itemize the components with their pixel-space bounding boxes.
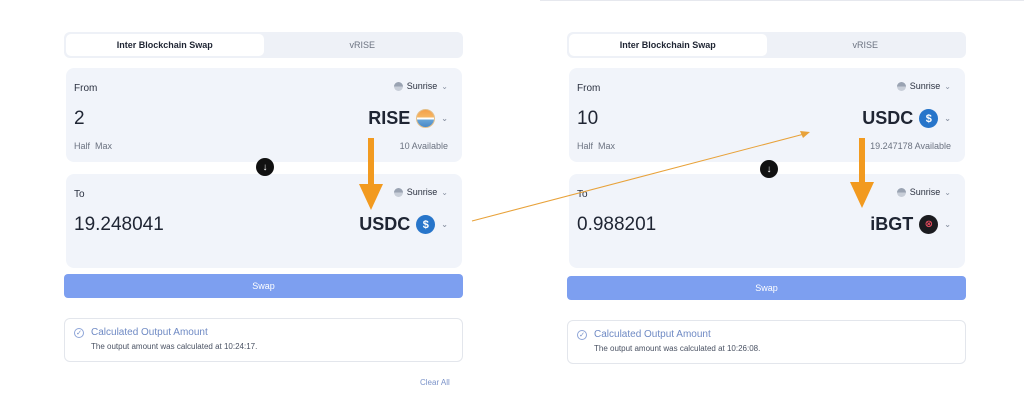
- from-network-name: Sunrise: [406, 81, 438, 91]
- network-icon: [896, 187, 906, 197]
- swap-direction-button[interactable]: ↓: [760, 160, 778, 178]
- tab-inter-blockchain-swap[interactable]: Inter Blockchain Swap: [569, 34, 767, 56]
- to-card: To Sunrise ⌄ 0.988201 iBGT ⊗ ⌄: [569, 174, 965, 268]
- available-balance: 19.247178 Available: [870, 141, 951, 151]
- swap-tabs: Inter Blockchain Swap vRISE: [64, 32, 463, 58]
- chevron-down-icon: ⌄: [441, 187, 448, 197]
- tab-inter-blockchain-swap[interactable]: Inter Blockchain Swap: [66, 34, 264, 56]
- swap-panel-left: Inter Blockchain Swap vRISE From Sunrise…: [64, 0, 464, 420]
- available-balance: 10 Available: [399, 141, 448, 151]
- to-network-select[interactable]: Sunrise ⌄: [393, 187, 448, 197]
- half-button[interactable]: Half: [74, 141, 90, 151]
- from-amount-input[interactable]: 10: [577, 108, 598, 130]
- amount-shortcuts: Half Max: [74, 141, 112, 151]
- from-card: From Sunrise ⌄ 2 RISE ⌄ Half Max 10 Avai…: [66, 68, 462, 162]
- network-icon: [393, 81, 403, 91]
- amount-shortcuts: Half Max: [577, 141, 615, 151]
- to-amount-output: 19.248041: [74, 214, 164, 235]
- to-card: To Sunrise ⌄ 19.248041 USDC $ ⌄: [66, 174, 462, 268]
- from-label: From: [74, 83, 98, 94]
- status-title: Calculated Output Amount: [91, 327, 208, 338]
- ibgt-token-icon: ⊗: [919, 215, 939, 234]
- clear-all-link[interactable]: Clear All: [420, 378, 450, 387]
- chevron-down-icon: ⌄: [944, 81, 951, 91]
- tab-vrise[interactable]: vRISE: [767, 34, 965, 56]
- check-circle-icon: ✓: [577, 330, 587, 340]
- max-button[interactable]: Max: [95, 141, 112, 151]
- chevron-down-icon: ⌄: [441, 114, 448, 123]
- from-token-symbol: USDC: [862, 108, 914, 128]
- to-token-symbol: iBGT: [870, 214, 914, 234]
- to-label: To: [577, 189, 588, 200]
- tab-vrise[interactable]: vRISE: [264, 34, 462, 56]
- status-message: ✓ Calculated Output Amount The output am…: [567, 320, 966, 364]
- from-token-select[interactable]: RISE ⌄: [368, 108, 448, 129]
- rise-token-icon: [416, 109, 436, 128]
- from-network-select[interactable]: Sunrise ⌄: [896, 81, 951, 91]
- from-token-symbol: RISE: [368, 108, 411, 128]
- swap-button[interactable]: Swap: [567, 276, 966, 300]
- to-token-select[interactable]: USDC $ ⌄: [359, 214, 448, 235]
- network-icon: [393, 187, 403, 197]
- from-amount-input[interactable]: 2: [74, 108, 85, 130]
- swap-button[interactable]: Swap: [64, 274, 463, 298]
- check-circle-icon: ✓: [74, 328, 84, 338]
- chevron-down-icon: ⌄: [441, 220, 448, 229]
- from-card: From Sunrise ⌄ 10 USDC $ ⌄ Half Max 19.2…: [569, 68, 965, 162]
- swap-panel-right: Inter Blockchain Swap vRISE From Sunrise…: [567, 0, 967, 420]
- chevron-down-icon: ⌄: [944, 114, 951, 123]
- to-network-name: Sunrise: [406, 187, 438, 197]
- chevron-down-icon: ⌄: [944, 187, 951, 197]
- to-label: To: [74, 189, 85, 200]
- half-button[interactable]: Half: [577, 141, 593, 151]
- status-detail: The output amount was calculated at 10:2…: [594, 344, 761, 353]
- usdc-token-icon: $: [416, 215, 436, 234]
- to-token-symbol: USDC: [359, 214, 411, 234]
- max-button[interactable]: Max: [598, 141, 615, 151]
- from-label: From: [577, 83, 601, 94]
- network-icon: [896, 81, 906, 91]
- to-network-select[interactable]: Sunrise ⌄: [896, 187, 951, 197]
- status-detail: The output amount was calculated at 10:2…: [91, 342, 258, 351]
- usdc-token-icon: $: [919, 109, 939, 128]
- swap-direction-button[interactable]: ↓: [256, 158, 274, 176]
- to-network-name: Sunrise: [909, 187, 941, 197]
- from-token-select[interactable]: USDC $ ⌄: [862, 108, 951, 129]
- from-network-name: Sunrise: [909, 81, 941, 91]
- chevron-down-icon: ⌄: [441, 81, 448, 91]
- chevron-down-icon: ⌄: [944, 220, 951, 229]
- from-network-select[interactable]: Sunrise ⌄: [393, 81, 448, 91]
- status-message: ✓ Calculated Output Amount The output am…: [64, 318, 463, 362]
- to-token-select[interactable]: iBGT ⊗ ⌄: [870, 214, 951, 235]
- swap-tabs: Inter Blockchain Swap vRISE: [567, 32, 966, 58]
- status-title: Calculated Output Amount: [594, 329, 711, 340]
- to-amount-output: 0.988201: [577, 214, 657, 235]
